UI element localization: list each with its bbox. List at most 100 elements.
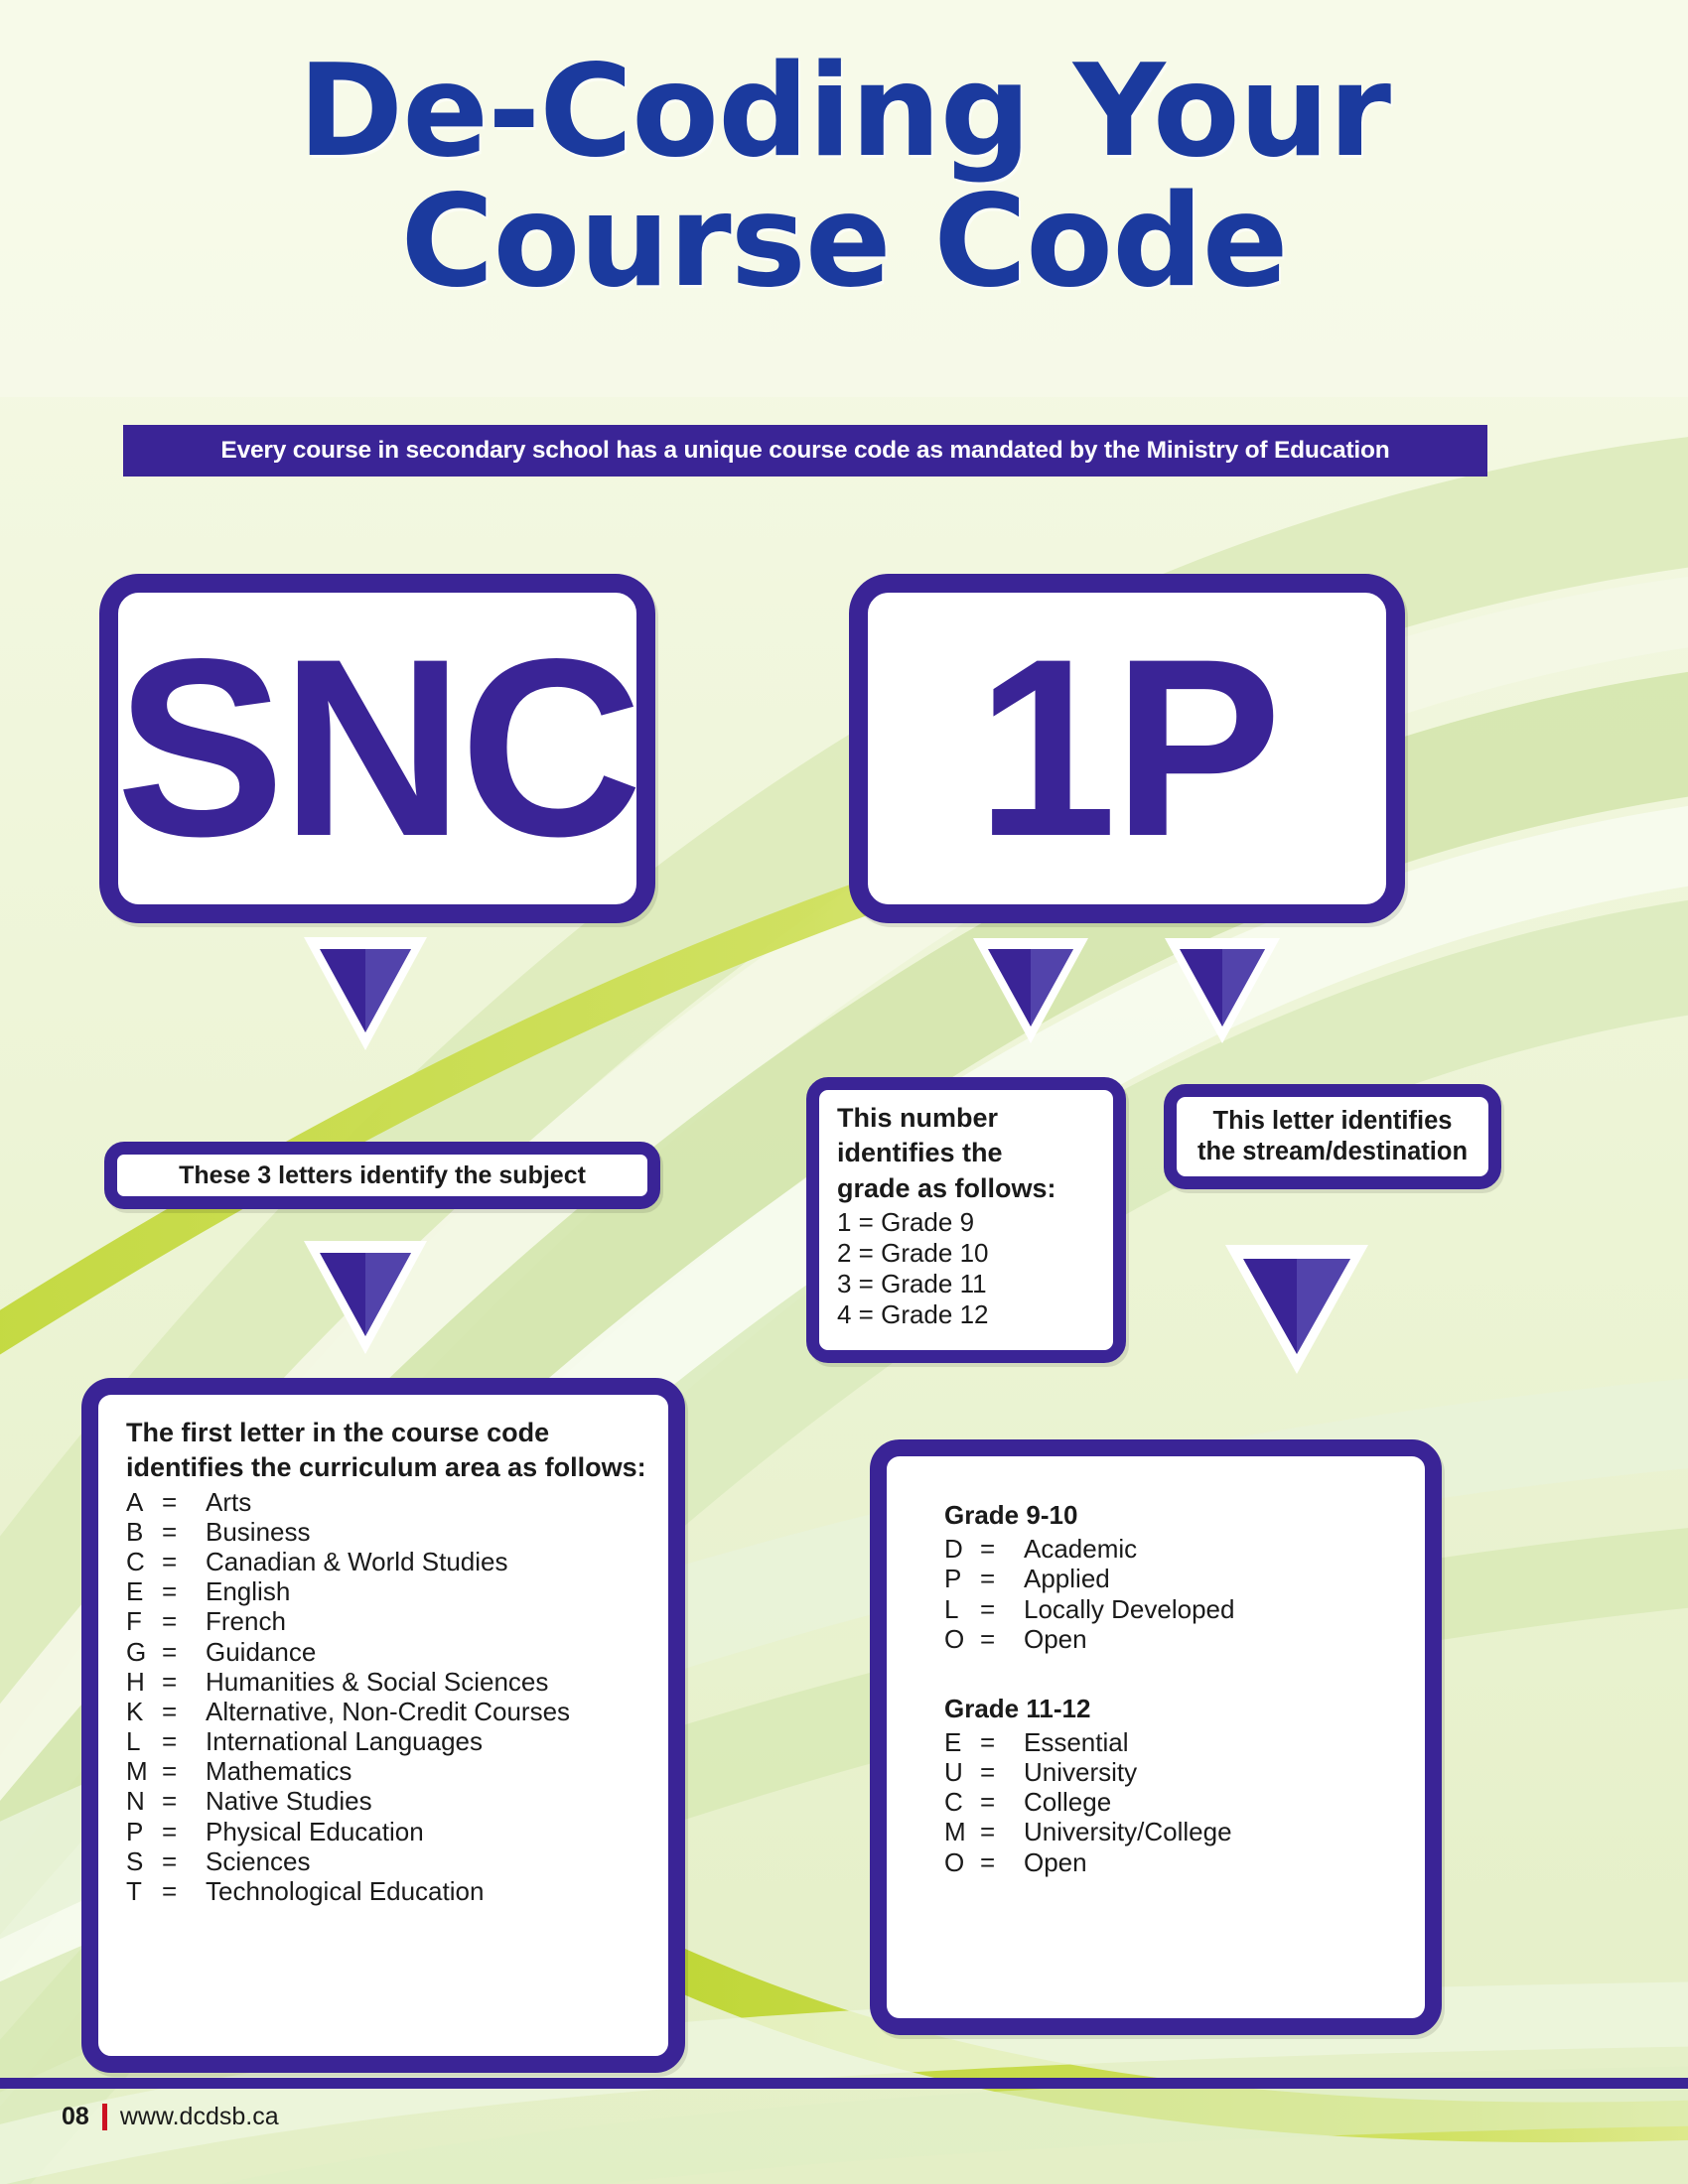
- stream-row-name: Open: [1024, 1846, 1087, 1877]
- curriculum-row-name: Mathematics: [206, 1756, 352, 1787]
- curriculum-row: P = Physical Education: [126, 1817, 648, 1846]
- grade-item: 4 = Grade 12: [837, 1298, 989, 1329]
- equals-sign: =: [162, 1516, 178, 1547]
- stream-row-name: Locally Developed: [1024, 1593, 1235, 1624]
- callout-grade-heading-2: identifies the: [837, 1138, 1003, 1168]
- page-title: De-Coding Your Course Code: [0, 38, 1688, 316]
- stream-row-letter: L: [944, 1593, 959, 1624]
- equals-sign: =: [162, 1816, 178, 1846]
- stream-row-letter: C: [944, 1787, 963, 1818]
- curriculum-row-letter: N: [126, 1786, 145, 1817]
- stream-row-name: Essential: [1024, 1727, 1129, 1757]
- curriculum-row: L = International Languages: [126, 1726, 648, 1756]
- page-number: 08: [62, 2103, 89, 2130]
- grade-item: 1 = Grade 9: [837, 1207, 975, 1238]
- callout-grade: This number identifies the grade as foll…: [806, 1077, 1126, 1363]
- stream-row-name: College: [1024, 1787, 1112, 1818]
- subtitle-banner-text: Every course in secondary school has a u…: [220, 437, 1390, 464]
- equals-sign: =: [162, 1786, 178, 1817]
- curriculum-row: F = French: [126, 1606, 648, 1636]
- stream-row: O = Open: [944, 1624, 1405, 1654]
- equals-sign: =: [980, 1727, 996, 1757]
- equals-sign: =: [980, 1623, 996, 1654]
- streams-group2-heading: Grade 11-12: [944, 1693, 1091, 1723]
- stream-row-name: University: [1024, 1757, 1138, 1788]
- curriculum-row: H = Humanities & Social Sciences: [126, 1667, 648, 1697]
- curriculum-heading-1: The first letter in the course code: [126, 1418, 550, 1447]
- streams-group1-heading: Grade 9-10: [944, 1500, 1078, 1530]
- equals-sign: =: [162, 1845, 178, 1876]
- footer-separator: [101, 2104, 107, 2130]
- stream-row-letter: O: [944, 1623, 965, 1654]
- curriculum-row: A = Arts: [126, 1487, 648, 1517]
- equals-sign: =: [980, 1817, 996, 1847]
- curriculum-row-name: Guidance: [206, 1636, 317, 1667]
- equals-sign: =: [980, 1757, 996, 1788]
- equals-sign: =: [980, 1534, 996, 1565]
- equals-sign: =: [162, 1696, 178, 1726]
- stream-row: U = University: [944, 1757, 1405, 1787]
- course-code-grade-stream-text: 1P: [976, 607, 1282, 890]
- curriculum-row-letter: T: [126, 1875, 142, 1906]
- stream-row: O = Open: [944, 1847, 1405, 1877]
- list-group-spacer: [944, 1654, 1405, 1694]
- footer-url[interactable]: www.dcdsb.ca: [120, 2103, 279, 2131]
- stream-row: L = Locally Developed: [944, 1594, 1405, 1624]
- title-line-2: Course Code: [400, 167, 1289, 316]
- down-arrow-icon-1p-to-stream: [1160, 933, 1285, 1048]
- curriculum-row-name: Alternative, Non-Credit Courses: [206, 1696, 571, 1726]
- equals-sign: =: [162, 1636, 178, 1667]
- equals-sign: =: [162, 1606, 178, 1637]
- curriculum-row-letter: K: [126, 1696, 144, 1726]
- curriculum-row: B = Business: [126, 1517, 648, 1547]
- curriculum-row: C = Canadian & World Studies: [126, 1547, 648, 1576]
- curriculum-row-name: Native Studies: [206, 1786, 372, 1817]
- curriculum-row-name: Business: [206, 1516, 311, 1547]
- equals-sign: =: [162, 1666, 178, 1697]
- stream-row: M = University/College: [944, 1817, 1405, 1846]
- down-arrow-icon-subject-to-curriculum: [298, 1235, 433, 1360]
- title-line-1: De-Coding Your: [298, 38, 1391, 186]
- curriculum-row-letter: A: [126, 1486, 144, 1517]
- stream-row-name: Applied: [1024, 1564, 1110, 1594]
- curriculum-row: N = Native Studies: [126, 1786, 648, 1816]
- callout-stream: This letter identifies the stream/destin…: [1164, 1084, 1501, 1189]
- down-arrow-icon-stream-to-streams-list: [1219, 1239, 1374, 1380]
- curriculum-row-letter: H: [126, 1666, 145, 1697]
- curriculum-row-name: Humanities & Social Sciences: [206, 1666, 549, 1697]
- equals-sign: =: [162, 1547, 178, 1577]
- stream-row-name: Academic: [1024, 1534, 1138, 1565]
- curriculum-row-letter: B: [126, 1516, 144, 1547]
- callout-subject-text: These 3 letters identify the subject: [179, 1160, 586, 1189]
- course-code-subject-text: SNC: [115, 607, 642, 890]
- callout-subject: These 3 letters identify the subject: [104, 1142, 660, 1209]
- curriculum-row: G = Guidance: [126, 1637, 648, 1667]
- curriculum-heading-2: identifies the curriculum area as follow…: [126, 1452, 646, 1483]
- curriculum-row: T = Technological Education: [126, 1876, 648, 1906]
- curriculum-row-name: English: [206, 1576, 291, 1607]
- stream-row: P = Applied: [944, 1564, 1405, 1593]
- curriculum-row-letter: S: [126, 1845, 144, 1876]
- stream-row-letter: D: [944, 1534, 963, 1565]
- curriculum-row-letter: L: [126, 1726, 141, 1757]
- callout-grade-heading-3: grade as follows:: [837, 1172, 1056, 1203]
- grade-item: 2 = Grade 10: [837, 1238, 989, 1269]
- callout-stream-line-1: This letter identifies: [1212, 1107, 1453, 1136]
- curriculum-row-letter: M: [126, 1756, 148, 1787]
- footer-rule: [0, 2078, 1688, 2089]
- stream-row: D = Academic: [944, 1534, 1405, 1564]
- stream-row-name: Open: [1024, 1623, 1087, 1654]
- curriculum-row-name: Physical Education: [206, 1816, 424, 1846]
- equals-sign: =: [980, 1787, 996, 1818]
- stream-row-letter: U: [944, 1757, 963, 1788]
- stream-row-letter: O: [944, 1846, 965, 1877]
- equals-sign: =: [162, 1576, 178, 1607]
- curriculum-row-letter: C: [126, 1547, 145, 1577]
- stream-row: E = Essential: [944, 1727, 1405, 1757]
- equals-sign: =: [162, 1875, 178, 1906]
- curriculum-row-letter: E: [126, 1576, 144, 1607]
- curriculum-row-name: Technological Education: [206, 1875, 485, 1906]
- stream-row: C = College: [944, 1787, 1405, 1817]
- equals-sign: =: [980, 1593, 996, 1624]
- equals-sign: =: [162, 1486, 178, 1517]
